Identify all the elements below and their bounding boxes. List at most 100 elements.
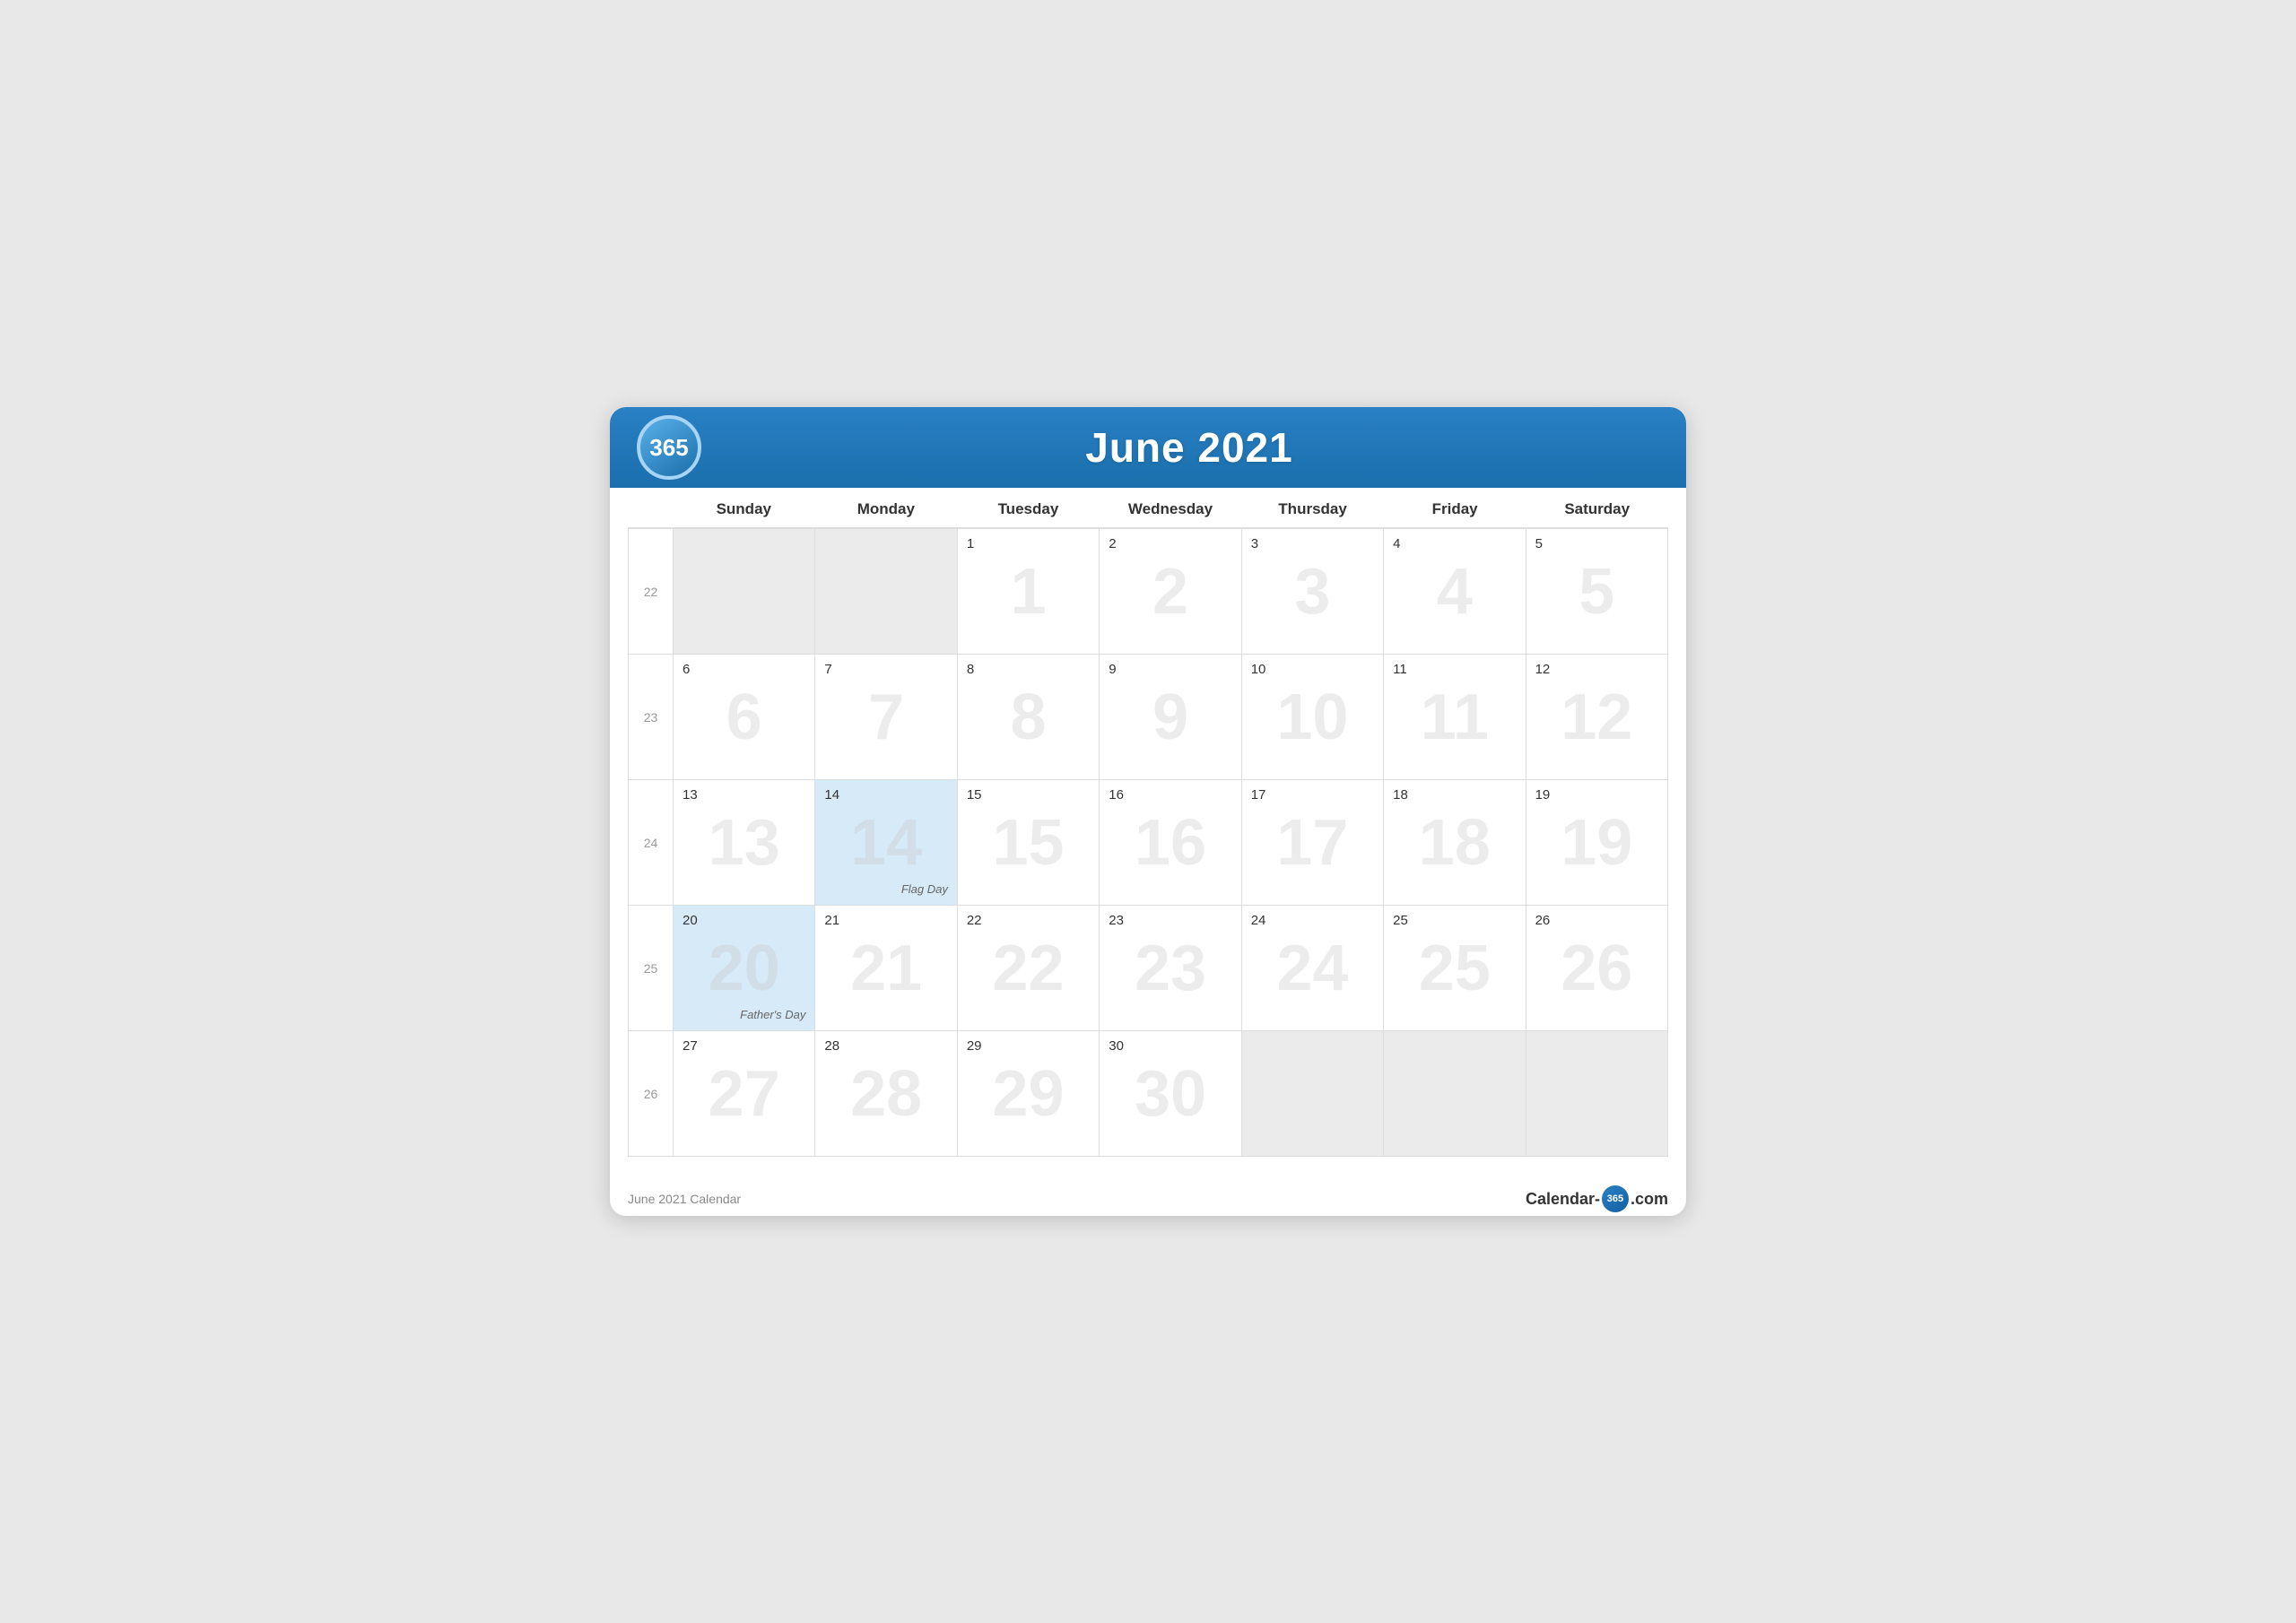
cell-date: 4 bbox=[1393, 536, 1516, 551]
cell-watermark: 19 bbox=[1561, 806, 1632, 880]
logo-badge: 365 bbox=[637, 415, 701, 480]
cell-watermark: 15 bbox=[993, 806, 1065, 880]
cell-date: 2 bbox=[1109, 536, 1231, 551]
calendar-cell-17[interactable]: 1717 bbox=[1242, 780, 1384, 906]
day-header-wednesday: Wednesday bbox=[1100, 488, 1242, 527]
week-number-26: 26 bbox=[629, 1031, 674, 1157]
cell-watermark: 16 bbox=[1135, 806, 1206, 880]
footer-logo-suffix: .com bbox=[1631, 1190, 1668, 1209]
week-number-25: 25 bbox=[629, 906, 674, 1031]
cell-watermark: 22 bbox=[993, 932, 1065, 1005]
calendar-cell-15[interactable]: 1515 bbox=[958, 780, 1100, 906]
calendar-cell-23[interactable]: 2323 bbox=[1100, 906, 1241, 1031]
calendar-cell-27[interactable]: 2727 bbox=[674, 1031, 815, 1157]
calendar-cell-29[interactable]: 2929 bbox=[958, 1031, 1100, 1157]
cell-date: 22 bbox=[967, 913, 1090, 928]
cell-watermark: 3 bbox=[1294, 555, 1330, 629]
calendar-cell-13[interactable]: 1313 bbox=[674, 780, 815, 906]
days-header: SundayMondayTuesdayWednesdayThursdayFrid… bbox=[628, 488, 1668, 528]
cell-date: 24 bbox=[1251, 913, 1374, 928]
week-number-24: 24 bbox=[629, 780, 674, 906]
cell-date: 20 bbox=[683, 913, 805, 928]
cell-date: 8 bbox=[967, 662, 1090, 677]
day-header-monday: Monday bbox=[815, 488, 958, 527]
cell-watermark: 5 bbox=[1578, 555, 1614, 629]
cell-date: 26 bbox=[1535, 913, 1658, 928]
cell-holiday: Flag Day bbox=[901, 882, 948, 896]
cell-date: 5 bbox=[1535, 536, 1658, 551]
calendar-cell-28[interactable]: 2828 bbox=[815, 1031, 957, 1157]
cell-date: 1 bbox=[967, 536, 1090, 551]
calendar-cell-21[interactable]: 2121 bbox=[815, 906, 957, 1031]
day-header-friday: Friday bbox=[1384, 488, 1526, 527]
calendar-cell-empty[interactable] bbox=[815, 529, 957, 655]
calendar-cell-22[interactable]: 2222 bbox=[958, 906, 1100, 1031]
cell-date: 30 bbox=[1109, 1038, 1231, 1054]
calendar-cell-14[interactable]: 1414Flag Day bbox=[815, 780, 957, 906]
week-number-23: 23 bbox=[629, 655, 674, 780]
calendar-cell-24[interactable]: 2424 bbox=[1242, 906, 1384, 1031]
calendar-cell-30[interactable]: 3030 bbox=[1100, 1031, 1241, 1157]
calendar-cell-2[interactable]: 22 bbox=[1100, 529, 1241, 655]
cell-watermark: 28 bbox=[850, 1057, 922, 1131]
calendar-cell-9[interactable]: 99 bbox=[1100, 655, 1241, 780]
cell-date: 17 bbox=[1251, 787, 1374, 803]
calendar-title: June 2021 bbox=[719, 423, 1659, 472]
cell-date: 7 bbox=[824, 662, 947, 677]
calendar-cell-empty[interactable] bbox=[1526, 1031, 1668, 1157]
day-header-sunday: Sunday bbox=[673, 488, 815, 527]
cell-watermark: 27 bbox=[709, 1057, 780, 1131]
cell-watermark: 17 bbox=[1276, 806, 1348, 880]
calendar-cell-7[interactable]: 77 bbox=[815, 655, 957, 780]
cell-date: 27 bbox=[683, 1038, 805, 1054]
calendar-cell-empty[interactable] bbox=[1384, 1031, 1526, 1157]
calendar-cell-8[interactable]: 88 bbox=[958, 655, 1100, 780]
cell-date: 10 bbox=[1251, 662, 1374, 677]
calendar-cell-16[interactable]: 1616 bbox=[1100, 780, 1241, 906]
calendar-cell-1[interactable]: 11 bbox=[958, 529, 1100, 655]
calendar-cell-11[interactable]: 1111 bbox=[1384, 655, 1526, 780]
calendar-cell-10[interactable]: 1010 bbox=[1242, 655, 1384, 780]
footer-logo-num: 365 bbox=[1602, 1185, 1629, 1212]
footer: June 2021 Calendar Calendar- 365 .com bbox=[610, 1175, 1686, 1216]
calendar-cell-18[interactable]: 1818 bbox=[1384, 780, 1526, 906]
calendar-cell-3[interactable]: 33 bbox=[1242, 529, 1384, 655]
calendar-cell-25[interactable]: 2525 bbox=[1384, 906, 1526, 1031]
calendar-cell-5[interactable]: 55 bbox=[1526, 529, 1668, 655]
cell-watermark: 18 bbox=[1419, 806, 1491, 880]
cell-holiday: Father's Day bbox=[740, 1008, 805, 1021]
footer-label: June 2021 Calendar bbox=[628, 1192, 741, 1206]
calendar-cell-12[interactable]: 1212 bbox=[1526, 655, 1668, 780]
cell-date: 13 bbox=[683, 787, 805, 803]
calendar-cell-empty[interactable] bbox=[1242, 1031, 1384, 1157]
calendar-container: 365 June 2021 SundayMondayTuesdayWednesd… bbox=[610, 407, 1686, 1216]
calendar-cell-19[interactable]: 1919 bbox=[1526, 780, 1668, 906]
cell-watermark: 25 bbox=[1419, 932, 1491, 1005]
cell-watermark: 26 bbox=[1561, 932, 1632, 1005]
week-number-22: 22 bbox=[629, 529, 674, 655]
cell-watermark: 13 bbox=[709, 806, 780, 880]
day-header-tuesday: Tuesday bbox=[957, 488, 1100, 527]
cell-date: 15 bbox=[967, 787, 1090, 803]
calendar-cell-empty[interactable] bbox=[674, 529, 815, 655]
footer-logo-text: Calendar- bbox=[1526, 1190, 1600, 1209]
calendar-cell-20[interactable]: 2020Father's Day bbox=[674, 906, 815, 1031]
cell-watermark: 9 bbox=[1152, 681, 1188, 754]
cell-watermark: 24 bbox=[1276, 932, 1348, 1005]
cell-watermark: 4 bbox=[1437, 555, 1473, 629]
cell-date: 3 bbox=[1251, 536, 1374, 551]
cell-date: 19 bbox=[1535, 787, 1658, 803]
cell-watermark: 11 bbox=[1421, 681, 1489, 754]
cell-watermark: 2 bbox=[1152, 555, 1188, 629]
cell-watermark: 7 bbox=[868, 681, 904, 754]
cell-watermark: 21 bbox=[850, 932, 922, 1005]
calendar-cell-26[interactable]: 2626 bbox=[1526, 906, 1668, 1031]
cell-date: 6 bbox=[683, 662, 805, 677]
cell-date: 23 bbox=[1109, 913, 1231, 928]
cell-watermark: 6 bbox=[726, 681, 762, 754]
week-num-header bbox=[628, 488, 673, 527]
day-header-thursday: Thursday bbox=[1241, 488, 1384, 527]
calendar-cell-4[interactable]: 44 bbox=[1384, 529, 1526, 655]
cell-watermark: 1 bbox=[1011, 555, 1047, 629]
calendar-cell-6[interactable]: 66 bbox=[674, 655, 815, 780]
